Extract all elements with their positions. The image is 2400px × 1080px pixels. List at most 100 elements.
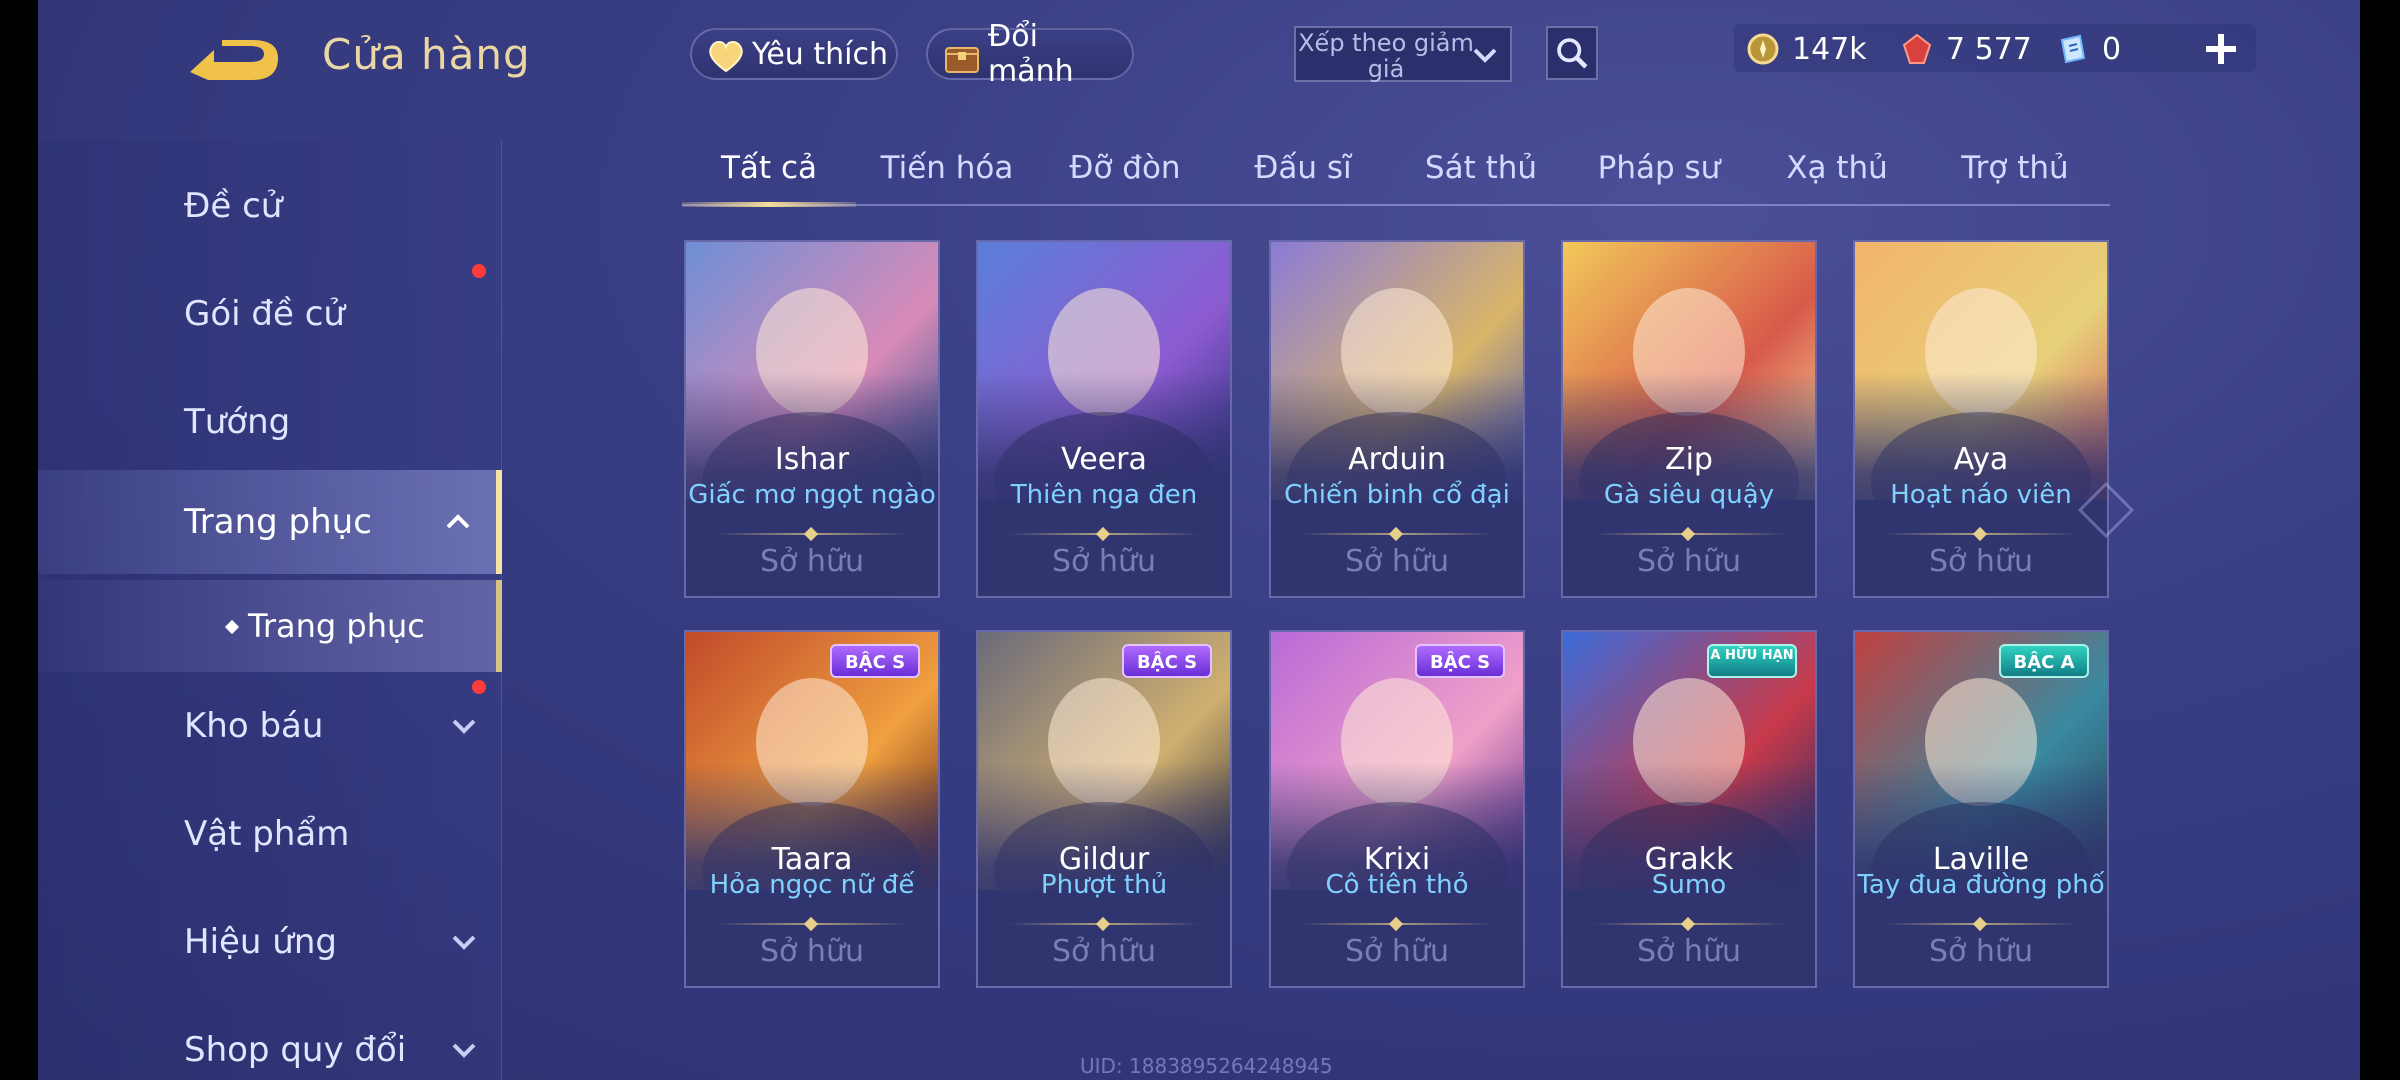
chevron-down-icon [452, 719, 476, 734]
gem-amount: 7 577 [1946, 31, 2032, 67]
owned-status: Sở hữu [1929, 544, 2033, 579]
hero-name: Arduin [1348, 442, 1446, 477]
sidebar-item-label: Tướng [184, 402, 291, 442]
exchange-shards-button[interactable]: Đổi mảnh [926, 19, 1134, 89]
exchange-shards-label: Đổi mảnh [988, 19, 1074, 89]
skin-name: Gà siêu quậy [1603, 480, 1775, 510]
owned-status: Sở hữu [1345, 544, 1449, 579]
back-arrow-icon[interactable] [184, 36, 284, 84]
skin-card-taara[interactable]: Taara Hỏa ngọc nữ đế Sở hữu BẬC S [684, 630, 940, 988]
red-gem-icon [1902, 33, 1932, 64]
hero-name: Ishar [774, 442, 850, 477]
skin-card-veera[interactable]: Veera Thiên nga đen Sở hữu [976, 240, 1232, 598]
tab-marksman[interactable]: Xạ thủ [1752, 150, 1922, 186]
shop-screen: Cửa hàng Đề cử Gói đề cử Tướng Trang phụ… [0, 0, 2400, 1080]
category-tabs: Tất cả Tiến hóa Đỡ đòn Đấu sĩ Sát thủ Ph… [682, 140, 2110, 207]
add-currency-icon[interactable] [2198, 26, 2244, 72]
sidebar-item-effects[interactable]: Hiệu ứng [38, 890, 502, 994]
gold-coin-icon [1747, 33, 1779, 65]
owned-status: Sở hữu [1345, 934, 1449, 969]
skin-name: Tay đua đường phố [1857, 870, 2105, 900]
skin-card-krixi[interactable]: Krixi Cô tiên thỏ Sở hữu BẬC S [1269, 630, 1525, 988]
voucher-amount: 0 [2102, 31, 2122, 67]
skin-name: Hỏa ngọc nữ đế [709, 870, 915, 900]
sidebar-item-featured[interactable]: Đề cử [38, 154, 502, 258]
sort-dropdown-value: Xếp theo giảm giá [1298, 29, 1474, 83]
scroll-hint-icon [2077, 481, 2135, 539]
right-black-edge [2360, 0, 2400, 1080]
sidebar-subitem-label: Trang phục [248, 607, 425, 645]
sidebar-subitem-skins[interactable]: Trang phục [38, 580, 502, 672]
chevron-down-icon [452, 935, 476, 950]
favorites-label: Yêu thích [752, 36, 888, 72]
skin-card-arduin[interactable]: Arduin Chiến binh cổ đại Sở hữu [1269, 240, 1525, 598]
gold-amount: 147k [1792, 31, 1867, 67]
tier-badge: BẬC S [1415, 644, 1505, 678]
heart-icon [709, 41, 743, 73]
owned-status: Sở hữu [1052, 934, 1156, 969]
sidebar-item-label: Kho báu [184, 706, 324, 746]
page-title: Cửa hàng [322, 30, 531, 79]
search-icon[interactable] [1546, 26, 1598, 80]
favorites-button[interactable]: Yêu thích [690, 28, 898, 80]
tab-tank[interactable]: Đỡ đòn [1040, 150, 1210, 186]
owned-status: Sở hữu [760, 934, 864, 969]
tier-badge: BẬC S [830, 644, 920, 678]
tier-badge: BẬC A [1999, 644, 2089, 678]
owned-status: Sở hữu [1637, 934, 1741, 969]
gold-currency: 147k [1746, 28, 1867, 70]
sidebar-item-treasure[interactable]: Kho báu [38, 674, 502, 778]
sidebar-item-label: Trang phục [184, 502, 372, 542]
skin-card-zip[interactable]: Zip Gà siêu quậy Sở hữu [1561, 240, 1817, 598]
skin-name: Giấc mơ ngọt ngào [688, 480, 936, 510]
tier-badge: A HỮU HẠN [1707, 644, 1797, 678]
sidebar-item-heroes[interactable]: Tướng [38, 370, 502, 474]
treasure-chest-icon [945, 47, 979, 73]
sort-dropdown[interactable]: Xếp theo giảm giá [1294, 26, 1512, 82]
skin-name: Cô tiên thỏ [1325, 870, 1469, 900]
skin-card-laville[interactable]: Laville Tay đua đường phố Sở hữu BẬC A [1853, 630, 2109, 988]
sidebar: Đề cử Gói đề cử Tướng Trang phục Trang p… [38, 140, 502, 1080]
sidebar-item-exchange-shop[interactable]: Shop quy đổi [38, 998, 502, 1080]
skin-name: Phượt thủ [1040, 870, 1168, 900]
owned-status: Sở hữu [1052, 544, 1156, 579]
sidebar-item-label: Gói đề cử [184, 294, 345, 334]
skin-name: Sumo [1651, 870, 1727, 900]
tab-all[interactable]: Tất cả [684, 150, 854, 186]
chevron-down-icon [1473, 48, 1497, 63]
tab-fighter[interactable]: Đấu sĩ [1218, 150, 1388, 186]
hero-name: Veera [1061, 442, 1147, 477]
hero-name: Zip [1665, 442, 1713, 477]
sidebar-item-skins[interactable]: Trang phục [38, 470, 502, 574]
hero-name: Aya [1953, 442, 2009, 477]
skin-name: Thiên nga đen [1010, 480, 1198, 510]
tab-mage[interactable]: Pháp sư [1574, 150, 1744, 186]
uid-text: UID: 1883895264248945 [1080, 1054, 1333, 1078]
sidebar-item-featured-packs[interactable]: Gói đề cử [38, 262, 502, 366]
tab-assassin[interactable]: Sát thủ [1396, 150, 1566, 186]
sidebar-item-label: Hiệu ứng [184, 922, 337, 962]
skin-card-grakk[interactable]: Grakk Sumo Sở hữu A HỮU HẠN [1561, 630, 1817, 988]
sidebar-item-items[interactable]: Vật phẩm [38, 782, 502, 886]
diamond-bullet-icon [224, 619, 240, 635]
owned-status: Sở hữu [1929, 934, 2033, 969]
chevron-down-icon [452, 1043, 476, 1058]
left-black-edge [0, 0, 38, 1080]
voucher-icon [2060, 34, 2086, 64]
tier-badge: BẬC S [1122, 644, 1212, 678]
chevron-up-icon [446, 514, 470, 529]
active-tab-indicator [682, 202, 856, 207]
tab-evolution[interactable]: Tiến hóa [862, 150, 1032, 186]
owned-status: Sở hữu [760, 544, 864, 579]
skin-name: Hoạt náo viên [1890, 480, 2072, 510]
skin-name: Chiến binh cổ đại [1284, 480, 1510, 510]
skin-card-ishar[interactable]: Ishar Giấc mơ ngọt ngào Sở hữu [684, 240, 940, 598]
gem-currency: 7 577 [1900, 28, 2032, 70]
voucher-currency: 0 [2056, 28, 2121, 70]
tab-support[interactable]: Trợ thủ [1930, 150, 2100, 186]
sidebar-item-label: Shop quy đổi [184, 1030, 407, 1070]
skin-card-gildur[interactable]: Gildur Phượt thủ Sở hữu BẬC S [976, 630, 1232, 988]
owned-status: Sở hữu [1637, 544, 1741, 579]
skin-card-aya[interactable]: Aya Hoạt náo viên Sở hữu [1853, 240, 2109, 598]
sidebar-item-label: Vật phẩm [184, 814, 350, 854]
